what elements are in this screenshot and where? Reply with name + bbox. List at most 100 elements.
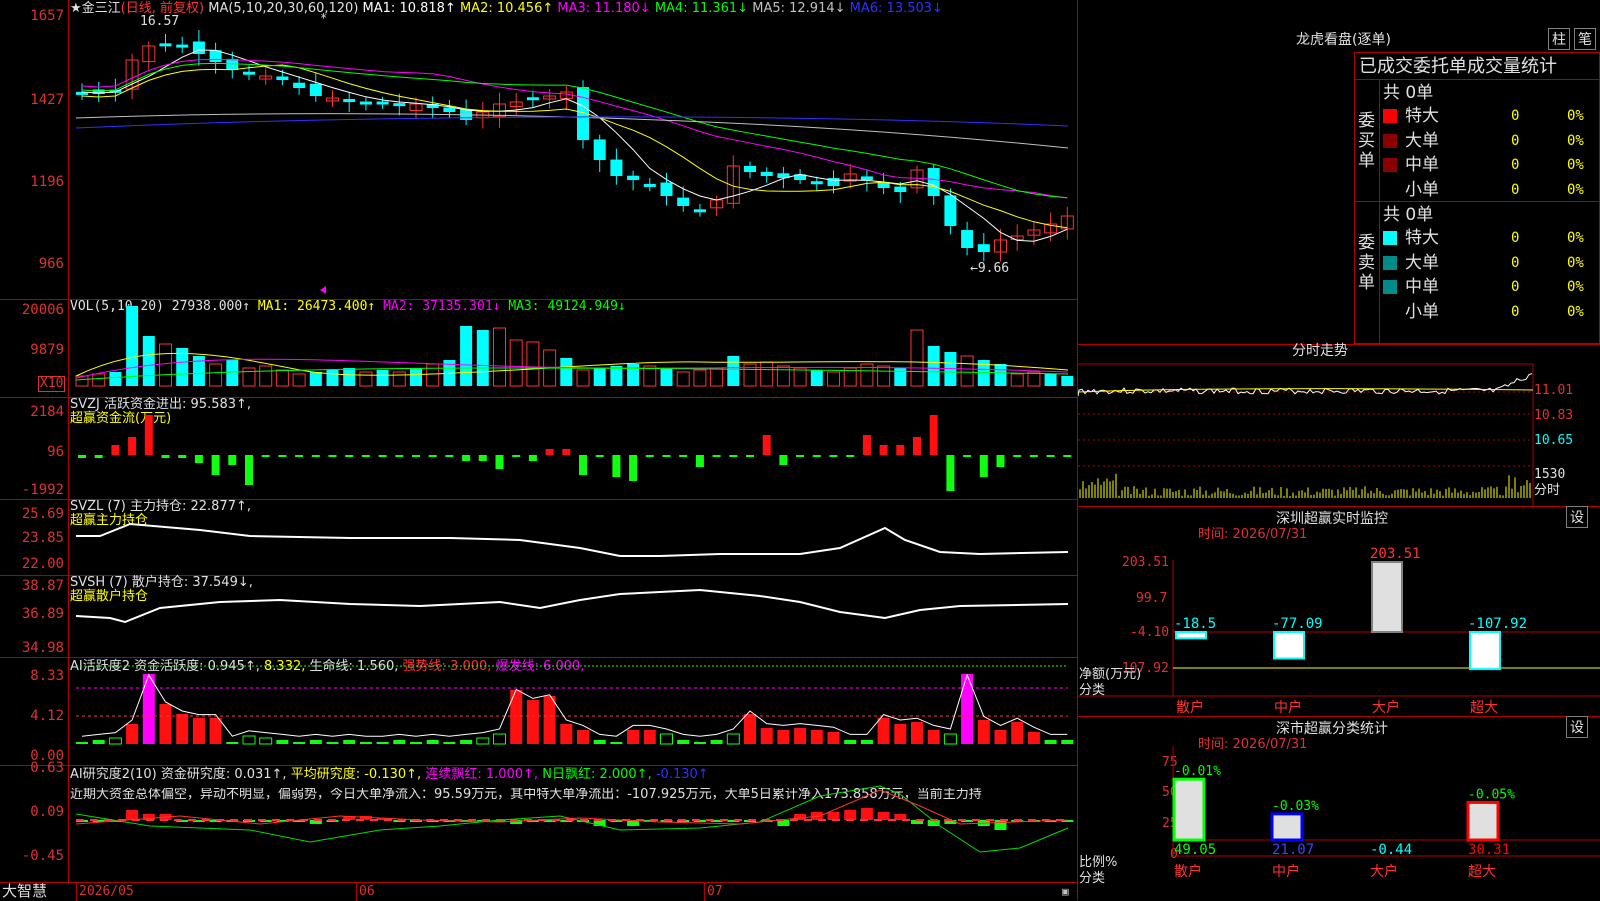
left-axis-line [68,0,69,882]
svzj-bar [111,445,120,455]
volume-bar [476,330,489,386]
ai-active-bar [894,724,907,744]
volume-bar [827,371,840,387]
date-label-jul: 07 [707,884,723,899]
ai-active-bar [226,742,239,744]
volume-bar [242,367,256,387]
ai-research-bar [877,812,890,820]
volume-svg [75,306,1074,387]
svzj-bar [913,437,921,455]
volume-panel[interactable]: VOL(5,10,20) 27938.000↑ MA1: 26473.400↑ … [0,300,1078,398]
svsh-panel[interactable]: SVSH (7) 散户持仓: 37.549↓, 超赢散户持仓 38.87 36.… [0,576,1078,658]
volume-bar [275,369,289,387]
svzl-line [76,522,1069,557]
ai-active-bar [209,718,222,744]
volume-bar [910,329,924,387]
svzj-bar [812,455,821,457]
buy-swatch [1383,109,1397,123]
brand-label[interactable]: 大智慧 [2,884,47,899]
svzj-panel[interactable]: SVZJ 活跃资金进出: 95.583↑, 超赢资金流(万元) 2184 96 … [0,398,1078,500]
volume-bar [226,360,239,386]
kline-candle-down [944,195,957,226]
svzj-bar [512,455,521,457]
kline-candle-down [810,181,823,185]
svzj-bar [462,455,471,461]
intraday-svg[interactable] [1078,344,1538,506]
svzj-bar [295,455,304,457]
ai-research-panel[interactable]: AI研究度2(10) 资金研究度: 0.031↑, 平均研究度: -0.130↑… [0,760,1078,882]
kline-candle-down [894,186,907,192]
volume-bar [359,371,373,387]
svzj-bar [211,455,220,475]
sz-monitor-panel[interactable]: 深圳超赢实时监控 设 时间: 2026/07/31 203.51 99.7 -4… [1078,506,1600,717]
volume-bar [159,343,172,387]
svzj-bar [562,449,571,455]
ai-active-bar [1027,732,1040,744]
ai-active-bar [627,730,640,744]
bar-mode-button[interactable]: 柱 [1548,28,1570,50]
chart-area[interactable]: ★金三江(日线, 前复权) MA(5,10,20,30,60,120) MA1:… [0,0,1078,901]
volume-bar [560,358,573,386]
red-line [75,789,1069,825]
volume-bar [1061,376,1074,386]
volume-bar [326,370,339,386]
pen-mode-button[interactable]: 笔 [1574,28,1596,50]
svzj-bar [228,455,237,465]
ai-active-bar [827,732,840,744]
volume-bar [593,368,606,386]
szmon-bar [1273,631,1305,660]
sell-row-label: 小单 [1405,301,1439,322]
ai-active-bar [610,742,623,744]
volume-bar [760,361,774,387]
volume-bar [292,373,306,387]
ai-active-bar [693,742,706,744]
buy-total: 共 0单 [1383,83,1434,103]
lhb-stats-box: 已成交委托单成交量统计 委买单 委卖单 共 0单 共 0单 特大 0 0% 大单 0 0%… [1354,52,1600,345]
sz-stats-panel[interactable]: 深市超赢分类统计 设 时间: 2026/07/31 75 50 25 0 比例%… [1078,716,1600,900]
ai-active-bar [192,718,205,744]
szstat-category-label: 散户 [1174,863,1202,880]
buy-row-label: 大单 [1405,130,1439,151]
szmon-value-label: 203.51 [1370,546,1421,562]
volume-bar [376,370,389,386]
kline-candle-down [643,183,656,187]
svzj-bar [328,455,337,457]
ai-active-bar [810,730,823,744]
intraday-panel[interactable]: 分时走势 11.01 10.83 10.65 1530 分时 [1078,344,1600,507]
volume-bar [142,336,155,386]
sell-row-pct: 0% [1567,279,1584,295]
lhb-panel[interactable]: 龙虎看盘(逐单) 柱 笔 已成交委托单成交量统计 委买单 委卖单 共 0单 共 … [1078,0,1600,345]
szstat-bar [1466,800,1500,842]
ai-active-bar [1044,740,1057,744]
ai-active-bar [543,696,556,744]
svzj-bar [612,455,621,477]
kline-panel[interactable]: ★金三江(日线, 前复权) MA(5,10,20,30,60,120) MA1:… [0,0,1078,300]
volume-bar [693,369,707,387]
svzj-bar [1063,455,1072,457]
svzj-bar [645,455,654,457]
ai-active-bar [309,740,322,744]
ai-active-bar [994,730,1007,744]
volume-bar [493,327,506,387]
volume-bar [259,365,273,387]
ma3-line [81,58,1068,199]
szstat-bar [1270,812,1304,842]
volume-bar [710,367,724,387]
sell-total: 共 0单 [1383,205,1434,225]
svzl-panel[interactable]: SVZL (7) 主力持仓: 22.877↑, 超赢主力持仓 25.69 23.… [0,500,1078,576]
svzj-bar [311,455,320,457]
ai-active-bar [977,720,990,744]
ai-active-bar [1011,722,1024,744]
svzj-bar [896,445,905,455]
volume-bar [994,364,1007,386]
kline-candle-down [276,76,289,80]
ai-active-bar [108,737,122,745]
ai-active-panel[interactable]: AI活跃度2 资金活跃度: 0.945↑, 8.332, 生命线: 1.560,… [0,658,1078,766]
ai-research-bar [844,810,857,820]
svzj-bar [128,437,137,455]
ai-active-bar [460,740,473,744]
svzj-bar [662,455,671,457]
ai-active-bar [293,742,306,744]
szmon-value-label: -107.92 [1468,616,1527,632]
kline-svg[interactable]: * [0,0,1078,300]
